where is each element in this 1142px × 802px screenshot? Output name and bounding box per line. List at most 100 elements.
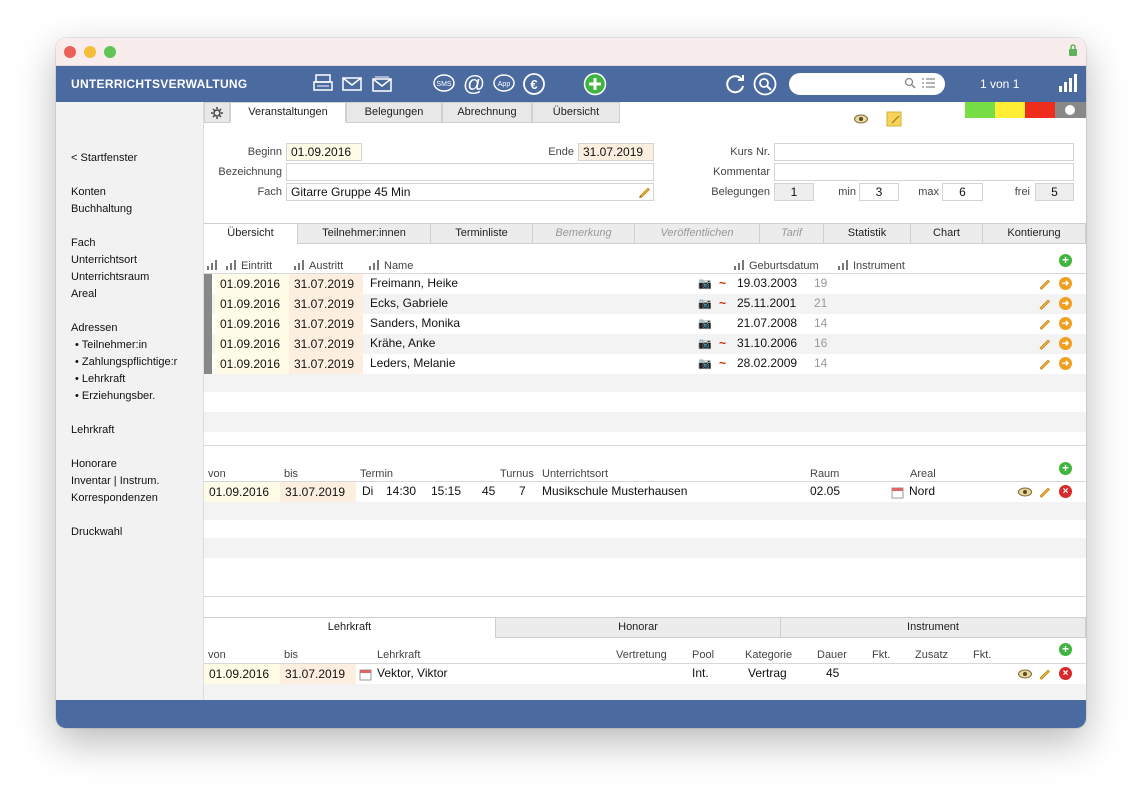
close-window-button[interactable] — [64, 46, 76, 58]
arrow-right-icon[interactable]: ➜ — [1059, 297, 1072, 310]
envelope-stack-icon[interactable] — [370, 72, 394, 96]
camera-icon[interactable]: 📷 — [698, 337, 712, 350]
camera-icon[interactable]: 📷 — [698, 297, 712, 310]
pencil-icon[interactable] — [1038, 317, 1051, 330]
euro-icon[interactable]: € — [522, 72, 546, 96]
pencil-icon[interactable] — [638, 185, 651, 198]
add-teacher-button[interactable]: + — [1059, 643, 1072, 656]
arrow-right-icon[interactable]: ➜ — [1059, 317, 1072, 330]
subtab-uebersicht[interactable]: Übersicht — [204, 224, 298, 244]
subtab-kontierung[interactable]: Kontierung — [983, 224, 1086, 244]
sort-icon[interactable] — [207, 260, 222, 272]
table-row[interactable]: 01.09.2016 31.07.2019 Freimann, Heike 📷 … — [204, 274, 1086, 294]
note-icon[interactable] — [886, 111, 902, 127]
list-options-icon[interactable] — [922, 77, 935, 89]
pencil-icon[interactable] — [1038, 297, 1051, 310]
max-field[interactable]: 6 — [942, 183, 983, 201]
sidebar-item-fach[interactable]: Fach — [71, 237, 95, 249]
sidebar-item-teilnehmer[interactable]: • Teilnehmer:in — [75, 339, 147, 351]
add-participant-button[interactable]: + — [1059, 254, 1072, 267]
tab-lehrkraft[interactable]: Lehrkraft — [204, 618, 496, 638]
arrow-right-icon[interactable]: ➜ — [1059, 357, 1072, 370]
subtab-tarif[interactable]: Tarif — [760, 224, 824, 244]
pencil-icon[interactable] — [1038, 485, 1051, 498]
status-toggle[interactable] — [1055, 102, 1086, 118]
tab-abrechnung[interactable]: Abrechnung — [442, 102, 532, 123]
camera-icon[interactable]: 📷 — [698, 277, 712, 290]
sidebar-item-startfenster[interactable]: < Startfenster — [71, 152, 137, 164]
add-icon[interactable] — [583, 72, 607, 96]
camera-icon[interactable]: 📷 — [698, 357, 712, 370]
header-austritt[interactable]: Austritt — [294, 260, 343, 272]
pencil-icon[interactable] — [1038, 667, 1051, 680]
sidebar-item-honorare[interactable]: Honorare — [71, 458, 117, 470]
zoom-window-button[interactable] — [104, 46, 116, 58]
sidebar-item-korrespondenzen[interactable]: Korrespondenzen — [71, 492, 158, 504]
eye-icon[interactable] — [854, 114, 868, 124]
sidebar-item-zahlungspflichtige[interactable]: • Zahlungspflichtige:r — [75, 356, 177, 368]
tab-uebersicht[interactable]: Übersicht — [532, 102, 620, 123]
delete-icon[interactable]: × — [1059, 485, 1072, 498]
table-row[interactable]: 01.09.2016 31.07.2019 Leders, Melanie 📷 … — [204, 354, 1086, 374]
status-green[interactable] — [965, 102, 995, 118]
search-field[interactable] — [789, 73, 945, 95]
printer-icon[interactable] — [311, 72, 335, 96]
subtab-bemerkung[interactable]: Bemerkung — [533, 224, 635, 244]
sidebar-item-druckwahl[interactable]: Druckwahl — [71, 526, 122, 538]
pencil-icon[interactable] — [1038, 357, 1051, 370]
status-red[interactable] — [1025, 102, 1055, 118]
sms-icon[interactable]: SMS — [432, 72, 456, 96]
sidebar-item-buchhaltung[interactable]: Buchhaltung — [71, 203, 132, 215]
ende-field[interactable]: 31.07.2019 — [578, 143, 654, 161]
tab-veranstaltungen[interactable]: Veranstaltungen — [230, 102, 346, 123]
table-row[interactable]: 01.09.2016 31.07.2019 Ecks, Gabriele 📷 ~… — [204, 294, 1086, 314]
beginn-field[interactable]: 01.09.2016 — [286, 143, 362, 161]
minimize-window-button[interactable] — [84, 46, 96, 58]
refresh-icon[interactable] — [723, 72, 747, 96]
header-instrument[interactable]: Instrument — [838, 260, 905, 272]
at-icon[interactable]: @ — [462, 72, 486, 96]
table-row[interactable]: 01.09.2016 31.07.2019 Sanders, Monika 📷 … — [204, 314, 1086, 334]
pencil-icon[interactable] — [1038, 277, 1051, 290]
tab-belegungen[interactable]: Belegungen — [346, 102, 442, 123]
table-row[interactable]: 01.09.2016 31.07.2019 Krähe, Anke 📷 ~ 31… — [204, 334, 1086, 354]
kurs-field[interactable] — [774, 143, 1074, 161]
app-icon[interactable]: App — [492, 72, 516, 96]
find-icon[interactable] — [753, 72, 777, 96]
header-name[interactable]: Name — [369, 260, 413, 272]
sidebar-item-unterrichtsraum[interactable]: Unterrichtsraum — [71, 271, 149, 283]
eye-icon[interactable] — [1018, 487, 1032, 497]
settings-button[interactable] — [204, 102, 230, 123]
header-eintritt[interactable]: Eintritt — [226, 260, 272, 272]
arrow-right-icon[interactable]: ➜ — [1059, 337, 1072, 350]
bezeichnung-field[interactable] — [286, 163, 654, 181]
calendar-icon[interactable] — [359, 668, 372, 681]
delete-icon[interactable]: × — [1059, 667, 1072, 680]
kommentar-field[interactable] — [774, 163, 1074, 181]
subtab-teilnehmer[interactable]: Teilnehmer:innen — [298, 224, 431, 244]
sidebar-item-unterrichtsort[interactable]: Unterrichtsort — [71, 254, 137, 266]
sidebar-item-lehrkraft[interactable]: Lehrkraft — [71, 424, 114, 436]
sidebar-item-erziehungsber[interactable]: • Erziehungsber. — [75, 390, 155, 402]
subtab-veroeffentlichen[interactable]: Veröffentlichen — [635, 224, 760, 244]
sidebar-item-konten[interactable]: Konten — [71, 186, 106, 198]
sidebar-item-lehrkraft-adresse[interactable]: • Lehrkraft — [75, 373, 125, 385]
tab-honorar[interactable]: Honorar — [496, 618, 781, 638]
min-field[interactable]: 3 — [859, 183, 899, 201]
subtab-statistik[interactable]: Statistik — [824, 224, 911, 244]
status-yellow[interactable] — [995, 102, 1025, 118]
fach-field[interactable]: Gitarre Gruppe 45 Min — [286, 183, 654, 201]
arrow-right-icon[interactable]: ➜ — [1059, 277, 1072, 290]
sidebar-item-adressen[interactable]: Adressen — [71, 322, 117, 334]
eye-icon[interactable] — [1018, 669, 1032, 679]
header-geburtsdatum[interactable]: Geburtsdatum — [734, 260, 819, 272]
sidebar-item-inventar[interactable]: Inventar | Instrum. — [71, 475, 159, 487]
camera-icon[interactable]: 📷 — [698, 317, 712, 330]
teacher-row[interactable]: 01.09.2016 31.07.2019 Vektor, Viktor Int… — [204, 664, 1086, 684]
schedule-row[interactable]: 01.09.2016 31.07.2019 Di 14:30 15:15 45 … — [204, 482, 1086, 502]
tab-instrument[interactable]: Instrument — [781, 618, 1086, 638]
subtab-chart[interactable]: Chart — [911, 224, 983, 244]
pencil-icon[interactable] — [1038, 337, 1051, 350]
subtab-terminliste[interactable]: Terminliste — [431, 224, 533, 244]
calendar-icon[interactable] — [891, 486, 904, 499]
